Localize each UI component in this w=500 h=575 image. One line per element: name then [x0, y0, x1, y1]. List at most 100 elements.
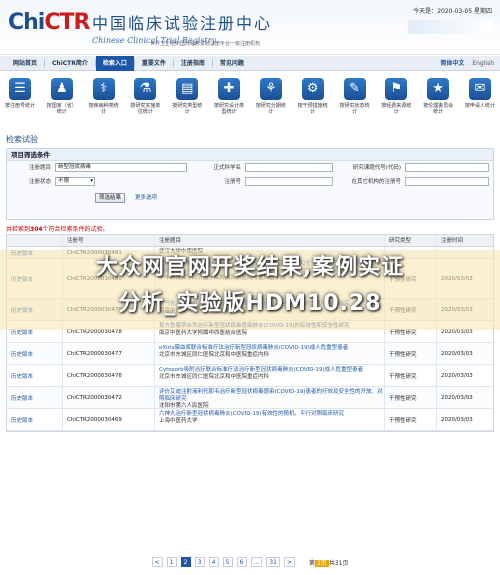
history-version-link[interactable]: 历史版本: [7, 409, 63, 430]
by-status-stat-icon: ✎: [343, 78, 366, 100]
scientific-name-input[interactable]: [245, 163, 333, 172]
history-version-link[interactable]: 历史版本: [7, 365, 63, 386]
page-button[interactable]: 3: [194, 557, 205, 567]
stat-label: 按研究状态统计: [339, 103, 370, 115]
registration-date: 2020/03/03: [441, 372, 473, 379]
nav-search[interactable]: 检索入口: [95, 55, 134, 71]
site-title-cn: 中国临床试验注册中心: [92, 14, 273, 33]
page-button[interactable]: ...: [250, 557, 263, 567]
by-measure-stat-icon: ⚙: [301, 78, 324, 100]
registration-number: ChiCTR2000030469: [63, 409, 155, 430]
table-row: 历史版本 ChiCTR2000030477 oXiris膜血浆联合标准疗法治疗新型冠…: [7, 343, 493, 365]
registration-date: 2020/03/03: [441, 394, 473, 401]
by-phase-stat-icon: ⚘: [259, 78, 282, 100]
status-select[interactable]: 不限 ▾: [55, 177, 95, 186]
stat-item[interactable]: ♟ 按国家（省）统计: [46, 78, 78, 132]
table-header: 注册号 注册题目 研究类型 注册时间: [7, 235, 493, 247]
stat-item[interactable]: ☰ 按注册号统计: [4, 78, 36, 132]
registration-number: ChiCTR2000030472: [63, 387, 155, 408]
pagination: <1 2 3 4 5 6... 31 > 第 2页 共31页: [6, 556, 494, 568]
trial-title-cell: oXiris膜血浆联合标准疗法治疗新型冠状病毒肺炎(COVID-19)成人危重型…: [155, 343, 385, 364]
more-options-link[interactable]: 更多选项: [135, 193, 157, 203]
statistics-icon-bar: ☰ 按注册号统计 ♟ 按国家（省）统计 ⚕ 按疾病种类统计 ⚗ 按研究实施单位统计 ▤ 按研究类型…: [4, 78, 496, 132]
stat-label: 按研究类型统计: [172, 103, 203, 115]
stat-item[interactable]: ⚕ 按疾病种类统计: [88, 78, 120, 132]
filter-button[interactable]: 筛选结果: [95, 193, 126, 203]
watermark-banner: 大众网官网开奖结果,案例实证 分析_实验版HDM10.28: [0, 250, 500, 330]
by-country-stat-icon: ♟: [50, 78, 73, 100]
language-switch: 简体中文 English: [440, 56, 494, 71]
study-type: 干预性研究: [385, 387, 437, 408]
study-code-input[interactable]: [405, 163, 489, 172]
lang-chinese-link[interactable]: 简体中文: [440, 60, 464, 67]
by-disease-stat-icon: ⚕: [92, 78, 115, 100]
stat-item[interactable]: ⚑ 按经费来源统计: [380, 78, 412, 132]
title-input[interactable]: 新型冠状病毒: [55, 163, 187, 172]
site-header: ChiCTR 中国临床试验注册中心 Chinese Clinical Trial…: [0, 0, 500, 55]
page-button[interactable]: 1: [166, 557, 177, 567]
scientific-name-label: 正式科学名: [213, 165, 241, 171]
nav-about[interactable]: ChiCTR简介: [45, 56, 95, 71]
stat-item[interactable]: ★ 按伦理委员会统计: [422, 78, 454, 132]
trial-title-cell: 评价艾迪注射液利托那韦治疗新型冠状病毒感染(COVID-19)患者的疗效及安全性…: [155, 387, 385, 409]
history-version-link[interactable]: 历史版本: [7, 343, 63, 364]
regno-input[interactable]: [245, 177, 333, 186]
next-page-button[interactable]: >: [283, 557, 295, 567]
page-button[interactable]: 31: [266, 557, 280, 567]
stat-label: 按研究设计类型统计: [214, 103, 245, 115]
stat-label: 按经费来源统计: [381, 103, 412, 115]
page-button[interactable]: 2: [180, 557, 191, 567]
study-type: 干预性研究: [385, 409, 437, 430]
filter-row-1: 注册题目 新型冠状病毒 正式科学名 研究课题代号(代码): [7, 163, 493, 175]
filter-panel-title: 项目筛选条件: [7, 149, 493, 161]
prev-page-button[interactable]: <: [151, 557, 163, 567]
regno-label: 注册号: [224, 179, 241, 185]
by-design-stat-icon: ✚: [218, 78, 241, 100]
stat-item[interactable]: ⚘ 按研究分期统计: [255, 78, 287, 132]
registration-date: 2020/03/03: [441, 350, 473, 357]
result-count: 共检索到304个符合检索条件的试验。: [6, 226, 109, 233]
filter-panel: 项目筛选条件 注册题目 新型冠状病毒 正式科学名 研究课题代号(代码) 注册状态…: [6, 148, 494, 220]
chevron-down-icon: ▾: [90, 178, 93, 184]
stat-label: 按注册号统计: [4, 103, 35, 109]
nav-documents[interactable]: 重要文件: [135, 56, 173, 71]
study-type: 干预性研究: [385, 343, 437, 364]
stat-item[interactable]: ✚ 按研究设计类型统计: [213, 78, 245, 132]
header-regno: 注册号: [63, 235, 155, 246]
nav-home[interactable]: 网站首页: [6, 56, 44, 71]
watermark-line-2: 分析_实验版HDM10.28: [118, 291, 382, 316]
current-page-badge: 2页: [314, 559, 329, 567]
history-version-link[interactable]: 历史版本: [7, 387, 63, 408]
by-ethics-stat-icon: ★: [427, 78, 450, 100]
stat-item[interactable]: ⚙ 按干预措施统计: [297, 78, 329, 132]
trial-title-link[interactable]: oXiris膜血浆联合标准疗法治疗新型冠状病毒肺炎(COVID-19)成人危重型…: [159, 345, 384, 352]
stat-item[interactable]: ▤ 按研究类型统计: [171, 78, 203, 132]
other-regno-input[interactable]: [405, 177, 489, 186]
trial-title-link[interactable]: 评价艾迪注射液利托那韦治疗新型冠状病毒感染(COVID-19)患者的疗效及安全性…: [159, 389, 384, 403]
page-button[interactable]: 5: [222, 557, 233, 567]
table-row: 历史版本 ChiCTR2000030476 Cytosorb吸附治疗联合标准疗法治疗…: [7, 365, 493, 387]
registration-number: ChiCTR2000030477: [63, 343, 155, 364]
filter-row-3: 筛选结果 更多选项: [7, 193, 493, 205]
stat-item[interactable]: ✎ 按研究状态统计: [339, 78, 371, 132]
search-section-title: 检索试验: [6, 135, 38, 144]
lang-english-link[interactable]: English: [472, 60, 494, 67]
nav-guide[interactable]: 注册指南: [174, 56, 212, 71]
chictr-logo[interactable]: ChiCTR: [8, 10, 90, 35]
stat-item[interactable]: ⚗ 按研究实施单位统计: [129, 78, 161, 132]
nav-faq[interactable]: 常见问题: [213, 56, 251, 71]
other-regno-label: 在其它机构的注册号: [351, 179, 401, 185]
stat-label: 按申请人统计: [464, 103, 495, 109]
sponsor-text: 世界卫生组织国际临床试验注册平台一级注册机构: [150, 41, 261, 47]
trial-title-link[interactable]: Cytosorb吸附治疗联合标准疗法治疗新型冠状病毒肺炎(COVID-19)成人…: [159, 367, 384, 374]
header-title: 注册题目: [155, 235, 385, 246]
stat-label: 按干预措施统计: [297, 103, 328, 115]
page-button[interactable]: 6: [236, 557, 247, 567]
by-registration-stat-icon: ☰: [9, 78, 31, 100]
trial-title-link[interactable]: 六神丸治疗新型冠状病毒肺炎(COVID-19)有效性的随机、平行对照临床研究: [159, 411, 384, 418]
header-history: [7, 235, 63, 246]
stat-label: 按疾病种类统计: [88, 103, 119, 115]
stat-item[interactable]: ✉ 按申请人统计: [464, 78, 496, 132]
watermark-line-1: 大众网官网开奖结果,案例实证: [95, 255, 405, 280]
page-button[interactable]: 4: [208, 557, 219, 567]
